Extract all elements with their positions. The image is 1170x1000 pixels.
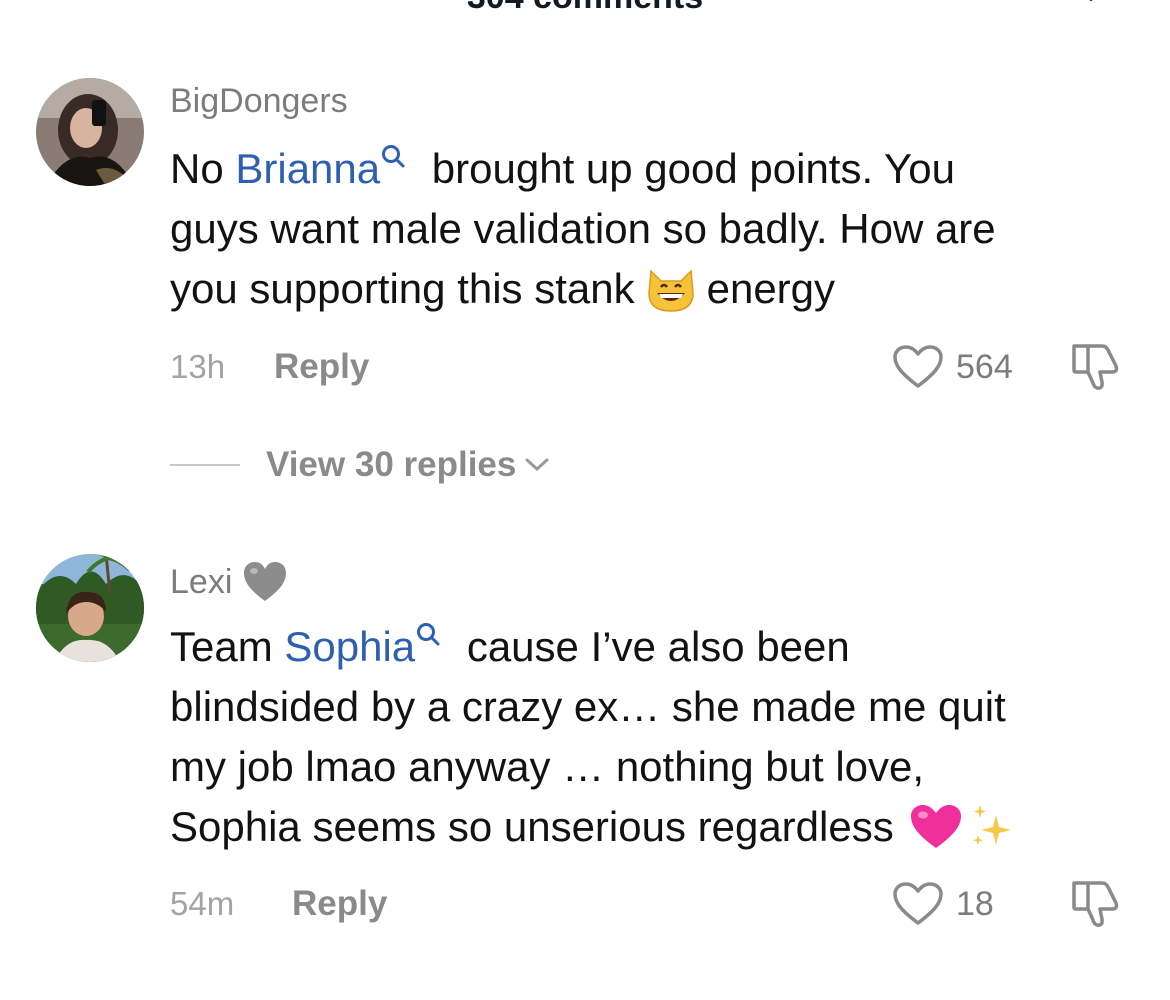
comment-author[interactable]: BigDongers bbox=[170, 82, 348, 121]
view-replies-label[interactable]: View 30 replies bbox=[266, 445, 516, 485]
sparkles-emoji bbox=[972, 804, 1011, 845]
search-icon[interactable] bbox=[415, 621, 441, 651]
comment-text-line: blindsided by a crazy ex… she made me qu… bbox=[170, 683, 1006, 730]
pink-heart-emoji bbox=[910, 804, 961, 848]
divider bbox=[170, 464, 240, 466]
like-count: 18 bbox=[956, 884, 994, 923]
comment-meta: 54m Reply 18 bbox=[170, 879, 1130, 929]
comment-author[interactable]: Lexi bbox=[170, 559, 288, 605]
reply-button[interactable]: Reply bbox=[292, 884, 387, 924]
grey-heart-emoji bbox=[244, 562, 287, 601]
comment-text: No Brianna brought up good points. You g… bbox=[170, 139, 1140, 319]
like-button[interactable]: 564 bbox=[892, 342, 1013, 392]
comments-count-title: 304 comments bbox=[0, 0, 1170, 17]
grinning-cat-emoji bbox=[647, 269, 694, 312]
thumbs-down-icon[interactable] bbox=[1070, 342, 1124, 392]
comment-text-segment: brought up good points. You bbox=[420, 145, 955, 192]
chevron-down-icon bbox=[525, 458, 549, 472]
comment-text-segment: you supporting this stank bbox=[170, 265, 635, 312]
reply-button[interactable]: Reply bbox=[274, 347, 369, 387]
like-count: 564 bbox=[956, 347, 1013, 386]
avatar[interactable] bbox=[36, 554, 144, 662]
avatar[interactable] bbox=[36, 78, 144, 186]
author-name[interactable]: Lexi bbox=[170, 563, 232, 602]
comment-text-line: my job lmao anyway … nothing but love, bbox=[170, 743, 925, 790]
comment-text-line: guys want male validation so badly. How … bbox=[170, 205, 996, 252]
heart-outline-icon bbox=[893, 345, 943, 388]
comment-timestamp: 13h bbox=[170, 348, 226, 385]
comment-text-segment: Team bbox=[170, 623, 285, 670]
thumbs-down-icon[interactable] bbox=[1070, 879, 1124, 929]
mention-link[interactable]: Brianna bbox=[235, 145, 380, 192]
comment-text-segment: cause I’ve also been bbox=[455, 623, 850, 670]
author-name[interactable]: BigDongers bbox=[170, 82, 348, 121]
comment-text-segment: Sophia seems so unserious regardless bbox=[170, 803, 894, 850]
comment-timestamp: 54m bbox=[170, 885, 235, 922]
like-button[interactable]: 18 bbox=[892, 879, 994, 929]
comment-text-segment: No bbox=[170, 145, 236, 192]
mention-link[interactable]: Sophia bbox=[284, 623, 415, 670]
comment-text: Team Sophia cause I’ve also been blindsi… bbox=[170, 617, 1140, 857]
heart-outline-icon bbox=[893, 882, 943, 925]
close-icon[interactable] bbox=[1068, 0, 1114, 10]
view-replies-button[interactable]: View 30 replies bbox=[170, 440, 550, 490]
comment-meta: 13h Reply 564 bbox=[170, 342, 1130, 392]
search-icon[interactable] bbox=[380, 143, 406, 173]
comment-text-segment: energy bbox=[706, 265, 836, 312]
